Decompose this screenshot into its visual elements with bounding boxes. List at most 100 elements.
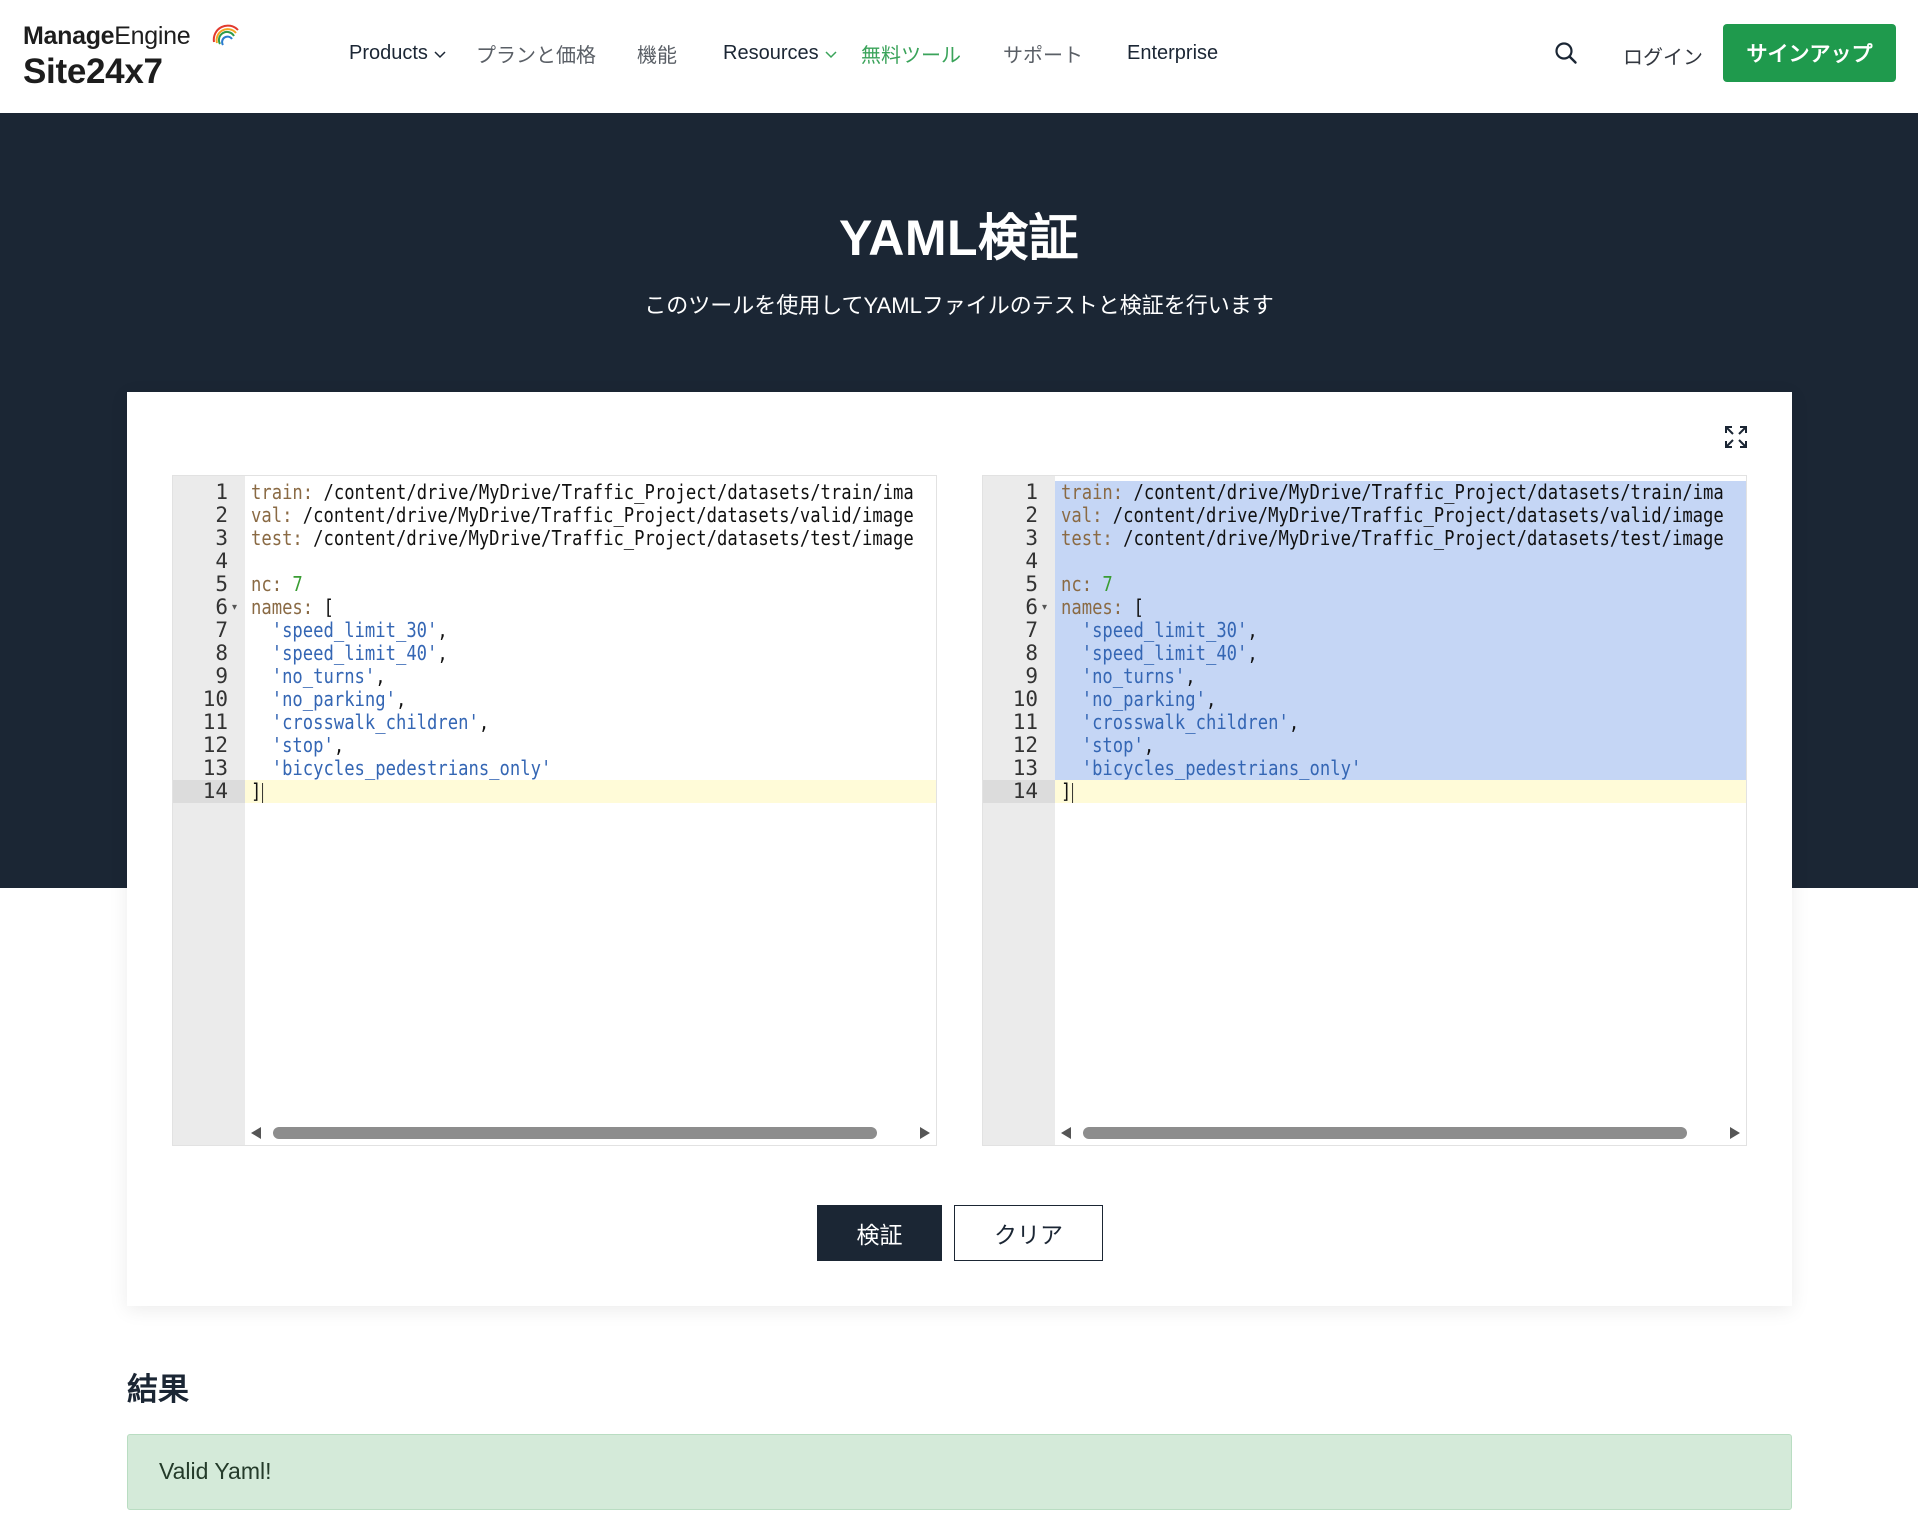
selection-highlight: [1055, 596, 1746, 619]
nav-enterprise[interactable]: Enterprise: [1127, 42, 1218, 65]
line-number: 3: [215, 526, 228, 550]
yaml-text: ,: [333, 733, 345, 757]
line-number: 6: [215, 595, 228, 619]
page-subtitle: このツールを使用してYAMLファイルのテストと検証を行います: [644, 293, 1274, 318]
line-number: 1: [215, 480, 228, 504]
code-line: names: [: [1061, 596, 1144, 619]
line-number: 6: [1025, 595, 1038, 619]
yaml-text: /content/drive/MyDrive/Traffic_Project/d…: [1112, 526, 1724, 550]
yaml-key: names:: [251, 595, 314, 619]
code-line: nc: 7: [1061, 573, 1113, 596]
active-line-highlight: [245, 780, 936, 803]
yaml-string: 'bicycles_pedestrians_only': [251, 756, 552, 780]
logo-brand-light: Engine: [114, 22, 191, 50]
scroll-left-arrow-icon[interactable]: [251, 1127, 261, 1139]
nav-free-tools[interactable]: 無料ツール: [861, 39, 961, 68]
site24x7-logo[interactable]: ManageEngine Site24x7: [23, 22, 239, 92]
line-number: 5: [215, 572, 228, 596]
code-line: 'no_parking',: [251, 687, 407, 711]
validate-button[interactable]: 検証: [817, 1205, 942, 1261]
scrollbar-thumb[interactable]: [273, 1127, 877, 1139]
code-line: train: /content/drive/MyDrive/Traffic_Pr…: [1061, 481, 1724, 504]
scroll-right-arrow-icon[interactable]: [1730, 1127, 1740, 1139]
clear-button[interactable]: クリア: [954, 1205, 1103, 1261]
signup-button[interactable]: サインアップ: [1723, 24, 1896, 82]
code-area[interactable]: train: /content/drive/MyDrive/Traffic_Pr…: [245, 476, 936, 1145]
selection-highlight: [1055, 573, 1746, 596]
yaml-string: 'no_parking': [251, 687, 396, 711]
scroll-right-arrow-icon[interactable]: [920, 1127, 930, 1139]
yaml-key: train:: [1061, 480, 1124, 504]
yaml-text: ]: [251, 779, 262, 803]
line-number: 7: [215, 618, 228, 642]
line-number: 3: [1025, 526, 1038, 550]
text-cursor: [262, 782, 264, 803]
fold-arrow-icon[interactable]: ▾: [1042, 596, 1052, 619]
yaml-text: /content/drive/MyDrive/Traffic_Project/d…: [1123, 480, 1724, 504]
nav-enterprise-label: Enterprise: [1127, 41, 1219, 64]
code-line: ]: [251, 779, 264, 803]
code-line: 'speed_limit_40',: [1061, 642, 1258, 665]
fold-arrow-icon[interactable]: ▾: [232, 596, 242, 619]
login-link[interactable]: ログイン: [1623, 41, 1703, 70]
yaml-key: val:: [1061, 503, 1103, 527]
yaml-string: 'no_turns': [251, 664, 376, 688]
result-heading: 結果: [127, 1372, 189, 1407]
nav-pricing[interactable]: プランと価格: [476, 39, 596, 68]
scrollbar-thumb[interactable]: [1083, 1127, 1687, 1139]
horizontal-scrollbar[interactable]: [245, 1121, 936, 1145]
text-cursor: [1072, 782, 1074, 803]
code-line: train: /content/drive/MyDrive/Traffic_Pr…: [251, 481, 914, 504]
line-number: 11: [202, 710, 228, 734]
yaml-text: [: [313, 595, 334, 619]
page-title: YAML検証: [838, 210, 1080, 266]
line-number: 12: [1012, 733, 1038, 757]
nav-features[interactable]: 機能: [637, 39, 677, 68]
yaml-input-editor[interactable]: 1 2 3 4 5 6 ▾ 7 8 9 10 11 12 13 14 train: /content/dri…: [172, 475, 937, 1146]
yaml-text: ,: [1143, 733, 1155, 757]
code-line: 'speed_limit_30',: [1061, 619, 1258, 642]
yaml-string: 'bicycles_pedestrians_only': [1061, 756, 1362, 780]
yaml-text: ,: [1288, 710, 1300, 734]
code-line: 'bicycles_pedestrians_only': [1061, 756, 1362, 780]
nav-products[interactable]: Products: [349, 42, 447, 65]
line-number: 8: [215, 641, 228, 665]
yaml-key: test:: [1061, 526, 1113, 550]
yaml-string: 'stop': [251, 733, 334, 757]
line-number: 13: [1012, 756, 1038, 780]
line-number: 10: [1012, 687, 1038, 711]
line-number-gutter: 1 2 3 4 5 6 ▾ 7 8 9 10 11 12 13 14: [983, 476, 1055, 1145]
yaml-text: ,: [395, 687, 407, 711]
scroll-left-arrow-icon[interactable]: [1061, 1127, 1071, 1139]
selection-highlight: [1055, 734, 1746, 757]
code-line: ]: [1061, 780, 1074, 803]
selection-highlight: [1055, 550, 1746, 573]
yaml-output-editor[interactable]: 1 2 3 4 5 6 ▾ 7 8 9 10 11 12 13 14 train: /content/dri…: [982, 475, 1747, 1146]
nav-support[interactable]: サポート: [1003, 39, 1083, 68]
expand-icon[interactable]: [1723, 424, 1749, 450]
code-area[interactable]: train: /content/drive/MyDrive/Traffic_Pr…: [1055, 476, 1746, 1145]
search-icon[interactable]: [1553, 40, 1579, 66]
line-number: 10: [202, 687, 228, 711]
yaml-text: ,: [1247, 618, 1258, 642]
nav-pricing-label: プランと価格: [476, 44, 596, 67]
code-line: 'speed_limit_30',: [251, 619, 448, 642]
horizontal-scrollbar[interactable]: [1055, 1121, 1746, 1145]
chevron-down-icon: [825, 51, 837, 59]
yaml-text: ,: [1247, 641, 1258, 665]
yaml-key: val:: [251, 503, 293, 527]
yaml-string: 'speed_limit_30': [1061, 618, 1248, 642]
code-line: nc: 7: [251, 573, 303, 596]
code-line: 'crosswalk_children',: [251, 711, 489, 734]
code-line: 'no_turns',: [1061, 665, 1196, 688]
validator-card: 1 2 3 4 5 6 ▾ 7 8 9 10 11 12 13 14 train: /content/dri…: [127, 392, 1792, 1306]
line-number: 4: [215, 549, 228, 573]
line-number: 12: [202, 733, 228, 757]
yaml-number: 7: [1092, 572, 1113, 596]
nav-features-label: 機能: [637, 44, 677, 67]
yaml-string: 'stop': [1061, 733, 1144, 757]
nav-free-tools-label: 無料ツール: [861, 44, 961, 67]
nav-resources-label: Resources: [723, 41, 819, 64]
code-line: 'stop',: [251, 734, 344, 757]
nav-resources[interactable]: Resources: [723, 42, 838, 65]
